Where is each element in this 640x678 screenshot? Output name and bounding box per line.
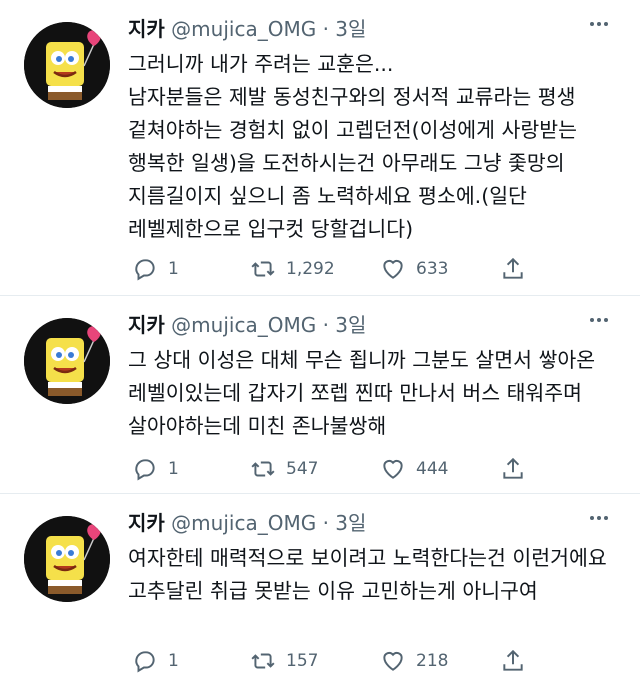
tweet[interactable]: 지카 @mujica_OMG · 3일 그 상대 이성은 대체 무슨 죕니까 그… [0, 296, 640, 494]
retweet-arrows-icon [251, 653, 275, 669]
retweet-button[interactable]: 157 [250, 644, 318, 678]
retweet-arrows-icon [251, 261, 275, 277]
tweet-header: 지카 @mujica_OMG · 3일 [128, 506, 366, 540]
retweet-button[interactable]: 547 [250, 452, 318, 486]
share-button[interactable] [500, 252, 536, 286]
like-button[interactable]: 633 [380, 252, 448, 286]
timestamp[interactable]: · 3일 [323, 17, 367, 41]
retweet-count: 157 [286, 651, 319, 671]
display-name[interactable]: 지카 [128, 313, 165, 337]
display-name[interactable]: 지카 [128, 511, 165, 535]
timestamp[interactable]: · 3일 [323, 313, 367, 337]
avatar-image [24, 516, 110, 602]
retweet-count: 1,292 [286, 259, 335, 279]
share-upload-icon [503, 457, 523, 479]
like-count: 444 [416, 459, 449, 479]
tweet-feed: 지카 @mujica_OMG · 3일 그러니까 내가 주려는 교훈은... 남… [0, 0, 640, 676]
speech-bubble-icon [135, 259, 155, 281]
speech-bubble-icon [135, 651, 155, 673]
tweet-text: 여자한테 매력적으로 보이려고 노력한다는건 이런거에요 고추달린 취급 못받는… [128, 546, 607, 603]
like-button[interactable]: 444 [380, 452, 448, 486]
tweet-text: 그러니까 내가 주려는 교훈은... 남자분들은 제발 동성친구와의 정서적 교… [128, 52, 577, 241]
avatar[interactable] [24, 22, 110, 108]
retweet-button[interactable]: 1,292 [250, 252, 335, 286]
more-dots-icon[interactable] [590, 318, 614, 328]
reply-button[interactable]: 1 [132, 452, 179, 486]
share-button[interactable] [500, 644, 536, 678]
display-name[interactable]: 지카 [128, 17, 165, 41]
speech-bubble-icon [135, 459, 155, 481]
more-dots-icon[interactable] [590, 22, 614, 32]
share-button[interactable] [500, 452, 536, 486]
tweet-header: 지카 @mujica_OMG · 3일 [128, 12, 366, 46]
reply-count: 1 [168, 651, 179, 671]
like-button[interactable]: 218 [380, 644, 448, 678]
timestamp[interactable]: · 3일 [323, 511, 367, 535]
share-upload-icon [503, 649, 523, 671]
action-bar: 1 1,292 633 [128, 252, 528, 286]
reply-count: 1 [168, 259, 179, 279]
tweet[interactable]: 지카 @mujica_OMG · 3일 여자한테 매력적으로 보이려고 노력한다… [0, 494, 640, 676]
avatar[interactable] [24, 318, 110, 404]
tweet-header: 지카 @mujica_OMG · 3일 [128, 308, 366, 342]
user-handle[interactable]: @mujica_OMG [171, 17, 316, 41]
heart-outline-icon [383, 459, 403, 479]
user-handle[interactable]: @mujica_OMG [171, 313, 316, 337]
reply-button[interactable]: 1 [132, 252, 179, 286]
heart-outline-icon [383, 259, 403, 279]
share-upload-icon [503, 257, 523, 279]
like-count: 218 [416, 651, 449, 671]
avatar[interactable] [24, 516, 110, 602]
retweet-count: 547 [286, 459, 319, 479]
tweet[interactable]: 지카 @mujica_OMG · 3일 그러니까 내가 주려는 교훈은... 남… [0, 0, 640, 296]
heart-outline-icon [383, 651, 403, 671]
action-bar: 1 157 218 [128, 644, 528, 678]
reply-count: 1 [168, 459, 179, 479]
more-dots-icon[interactable] [590, 516, 614, 526]
user-handle[interactable]: @mujica_OMG [171, 511, 316, 535]
retweet-arrows-icon [251, 461, 275, 477]
tweet-text: 그 상대 이성은 대체 무슨 죕니까 그분도 살면서 쌓아온 레벨이있는데 갑자… [128, 348, 596, 438]
like-count: 633 [416, 259, 449, 279]
avatar-image [24, 318, 110, 404]
action-bar: 1 547 444 [128, 452, 528, 486]
reply-button[interactable]: 1 [132, 644, 179, 678]
avatar-image [24, 22, 110, 108]
